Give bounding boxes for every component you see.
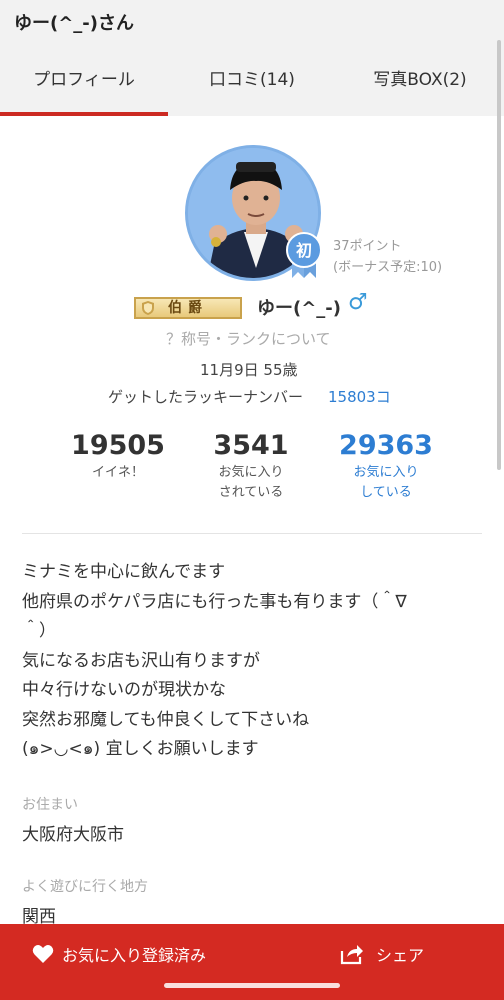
bonus-points: (ボーナス予定:10) [333,260,443,275]
bio-line: ＾） [22,621,56,641]
gender-male-icon: ♂ [348,290,368,315]
bio-line: 中々行けないのが現状かな [22,680,226,700]
rank-ribbon-icon: 初 [286,232,322,278]
share-icon [340,945,363,965]
share-button[interactable]: シェア [340,940,424,968]
bio-line: 突然お邪魔しても仲良くして下さいね [22,709,310,730]
bio-text: ミナミを中心に飲んでます 他府県のポケパラ店にも行った事も有ります（＾∇ ＾） … [22,558,482,765]
favorite-button[interactable]: お気に入り登録済み [32,940,206,968]
tab-photo-box[interactable]: 写真BOX(2) [336,44,504,116]
bio-line: 気になるお店も沢山有りますが [22,650,260,671]
stat-favorites[interactable]: 29363 お気に入り している [321,430,451,503]
residence-value: 大阪府大阪市 [22,825,124,845]
stat-favorited-by-count: 3541 [213,430,289,461]
stat-favorited-by-label-line2: されている [218,485,284,500]
rank-badge: 初 [286,232,322,278]
home-indicator [164,983,340,988]
stat-favorites-label: お気に入り している [321,463,451,503]
stat-likes-label: イイネ！ [91,465,144,480]
share-button-label: シェア [376,946,425,965]
title-plate-text: 伯爵 [168,300,208,316]
bio-line: 他府県のポケパラ店にも行った事も有ります（＾∇ [22,591,407,612]
stat-favorites-count: 29363 [339,430,433,461]
tab-profile-label: プロフィール [33,70,135,90]
stat-favorited-by-label-line1: お気に入り [218,465,284,480]
bio-line: (๑>◡<๑) 宜しくお願いします [22,739,259,759]
lucky-number-value[interactable]: 15803コ [328,386,391,407]
scrollbar[interactable] [497,40,501,470]
tab-profile[interactable]: プロフィール [0,44,168,116]
header-bar: ゆー(^_-)さん [0,0,504,44]
tab-reviews[interactable]: 口コミ(14) [168,44,336,116]
tab-bar: プロフィール 口コミ(14) 写真BOX(2) [0,44,504,116]
section-divider [22,533,482,534]
favorite-button-label: お気に入り登録済み [62,946,207,965]
rank-info-link[interactable]: ？称号・ランクについて [166,328,331,349]
points-info: 37ポイント (ボーナス予定:10) [333,236,442,278]
heart-icon [32,945,54,963]
title-plate: 伯爵 [134,297,242,319]
stat-likes-count: 19505 [71,430,165,461]
username: ゆー(^_-) [257,298,342,319]
birthday-age: 11月9日 55歳 [200,361,298,379]
bio-line: ミナミを中心に飲んでます [22,562,226,582]
residence-label: お住まい [22,797,78,813]
rank-badge-text: 初 [296,241,312,260]
tab-reviews-label: 口コミ(14) [209,70,295,90]
stat-favorited-by: 3541 お気に入り されている [186,430,316,503]
stat-likes: 19505 イイネ！ [53,430,183,483]
page-title: ゆー(^_-)さん [14,13,135,34]
bottom-action-bar: お気に入り登録済み シェア [0,924,504,1000]
stat-favorites-label-line2: している [360,485,412,500]
stat-favorites-label-line1: お気に入り [353,465,419,480]
area-label: よく遊びに行く地方 [22,879,148,895]
lucky-number-label: ゲットしたラッキーナンバー [108,388,304,406]
stat-favorited-by-label: お気に入り されている [186,463,316,503]
points-value: 37ポイント [333,239,402,254]
shield-icon [142,301,154,315]
tab-photo-box-label: 写真BOX(2) [373,70,467,90]
